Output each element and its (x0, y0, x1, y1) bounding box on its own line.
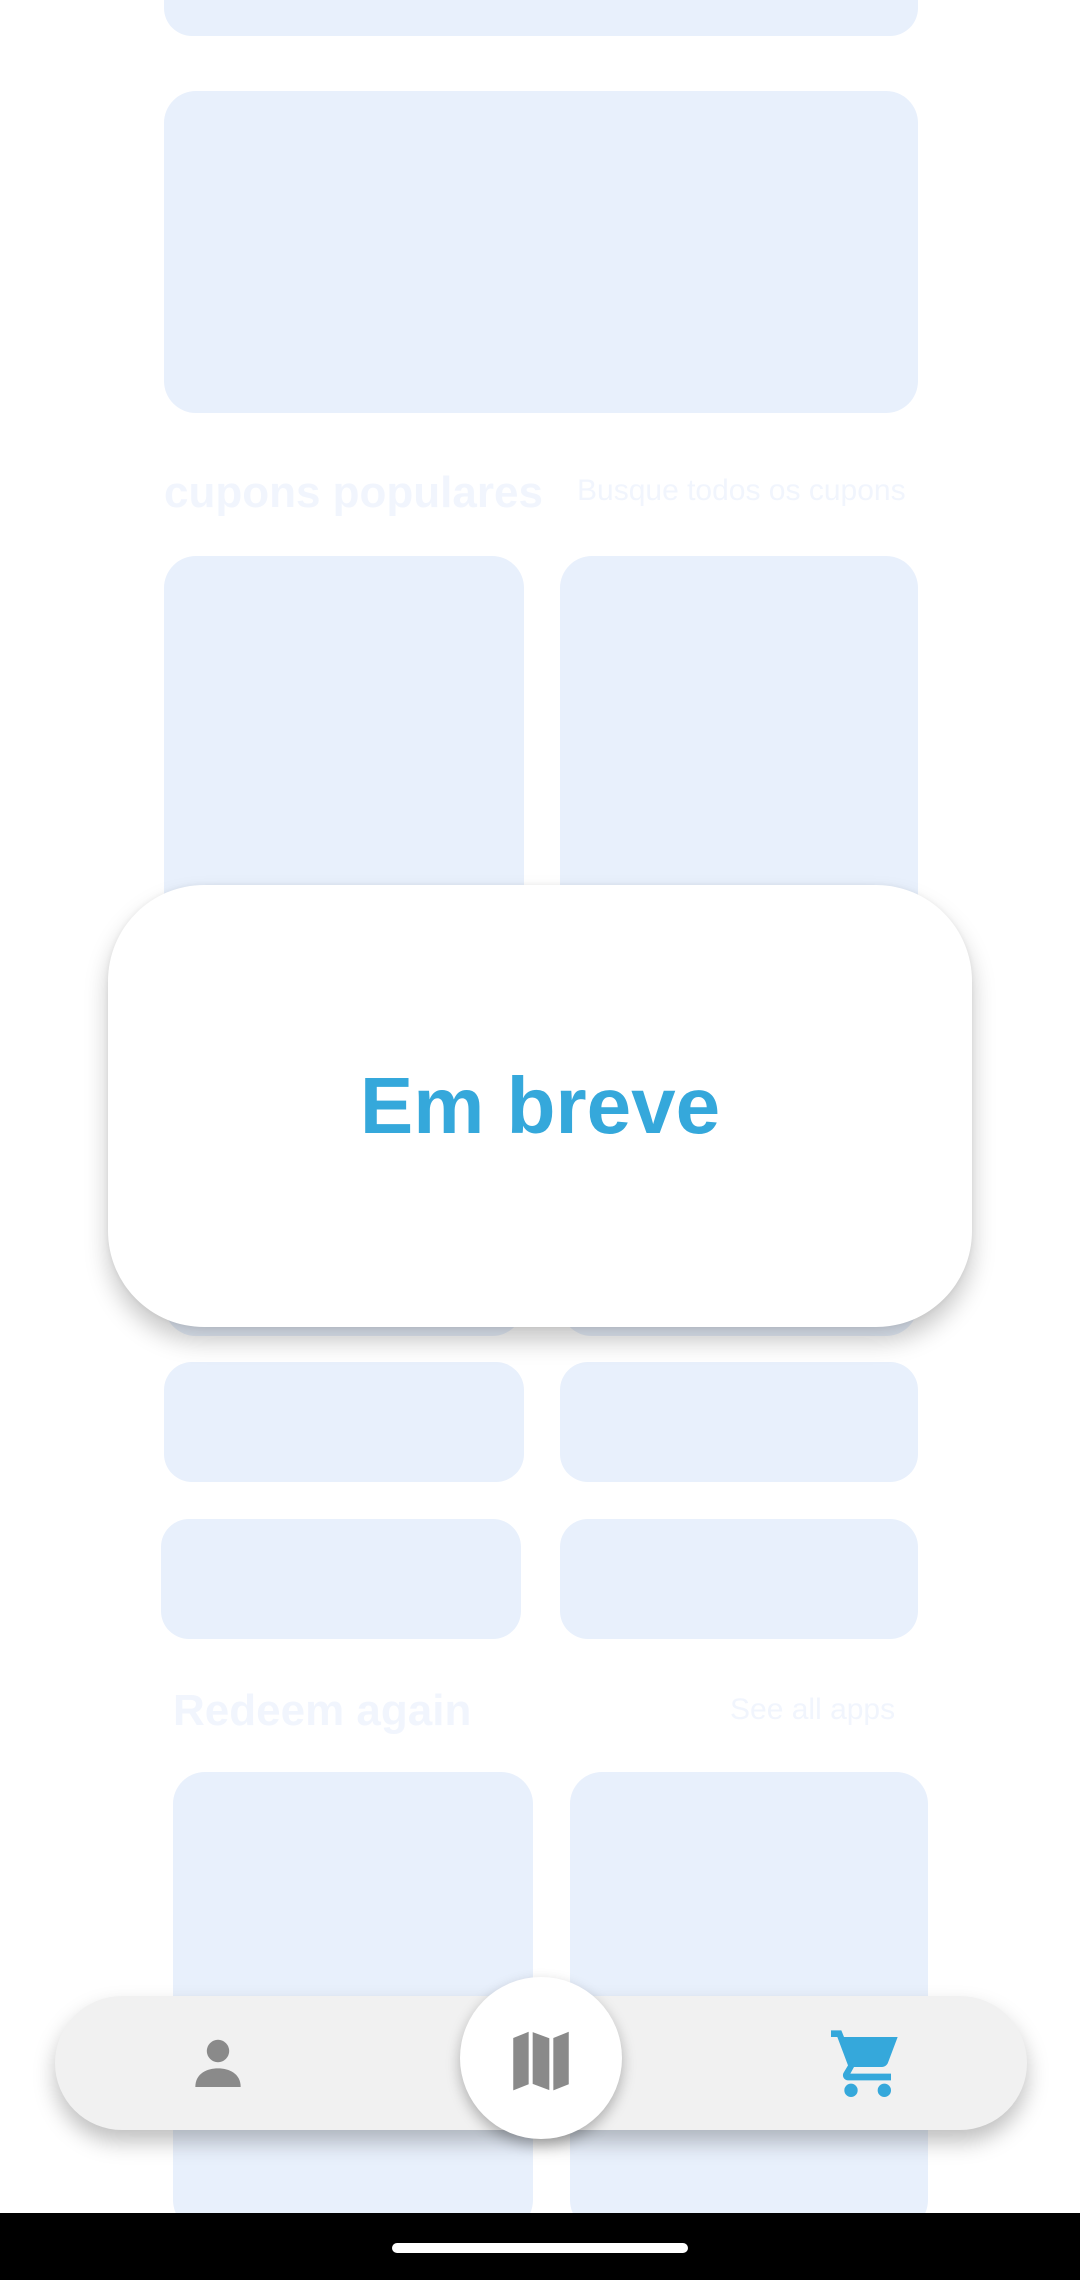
coupon-row-placeholder[interactable] (164, 1362, 524, 1482)
section-title-popular-coupons: cupons populares (164, 468, 543, 517)
see-all-coupons-link[interactable]: Busque todos os cupons (577, 474, 906, 508)
see-all-apps-link[interactable]: See all apps (730, 1693, 895, 1727)
coming-soon-text: Em breve (359, 1061, 721, 1150)
coupon-row-placeholder[interactable] (161, 1519, 521, 1639)
coming-soon-dialog: Em breve (108, 885, 972, 1327)
nav-map-button[interactable] (460, 1977, 622, 2139)
coupon-row-placeholder[interactable] (560, 1362, 918, 1482)
person-icon (195, 2039, 241, 2087)
coupon-row-placeholder[interactable] (560, 1519, 918, 1639)
cart-icon (831, 2030, 898, 2097)
nav-cart-button[interactable] (814, 2010, 918, 2114)
map-icon (513, 2031, 569, 2091)
home-indicator[interactable] (392, 2243, 688, 2253)
nav-profile-button[interactable] (170, 2015, 266, 2111)
top-banner-placeholder (164, 0, 918, 36)
section-title-redeem-again: Redeem again (173, 1686, 472, 1735)
hero-banner-placeholder (164, 91, 918, 413)
